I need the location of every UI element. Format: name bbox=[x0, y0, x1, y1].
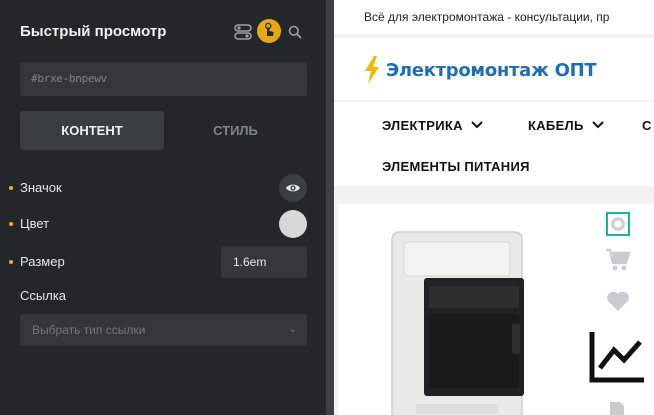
modified-indicator bbox=[9, 186, 13, 190]
main-nav: ЭЛЕКТРИКА КАБЕЛЬ С ЭЛЕМЕНТЫ ПИТАНИЯ bbox=[334, 102, 654, 186]
panel-resize-handle[interactable] bbox=[326, 0, 334, 415]
product-card bbox=[338, 204, 654, 415]
site-header: Электромонтаж ОПТ bbox=[334, 38, 654, 100]
size-setting-label: Размер bbox=[20, 254, 65, 269]
search-icon[interactable] bbox=[288, 25, 302, 44]
toggle-icon[interactable] bbox=[234, 23, 252, 46]
compare-chart-icon[interactable] bbox=[588, 330, 646, 384]
builder-panel: Быстрый просмотр #brxe-bnpewv КОНТЕНТ СТ… bbox=[0, 0, 326, 415]
document-icon[interactable] bbox=[608, 400, 626, 415]
modified-indicator bbox=[9, 260, 13, 264]
modified-indicator bbox=[9, 222, 13, 226]
lightning-icon bbox=[365, 56, 379, 84]
pointer-mode-icon[interactable] bbox=[257, 19, 281, 48]
icon-picker-button[interactable] bbox=[279, 174, 307, 202]
chevron-down-icon: ⌄ bbox=[288, 324, 297, 335]
element-id-field[interactable]: #brxe-bnpewv bbox=[20, 62, 307, 96]
tab-style[interactable]: СТИЛЬ bbox=[164, 111, 307, 150]
nav-item-cable[interactable]: КАБЕЛЬ bbox=[528, 118, 604, 133]
color-setting-label: Цвет bbox=[20, 216, 50, 231]
tab-content[interactable]: КОНТЕНТ bbox=[20, 111, 164, 150]
add-to-cart-icon[interactable] bbox=[605, 248, 631, 272]
link-type-select[interactable]: Выбрать тип ссылки ⌄ bbox=[20, 314, 307, 346]
color-swatch[interactable] bbox=[279, 210, 307, 238]
link-type-placeholder: Выбрать тип ссылки bbox=[32, 323, 146, 337]
link-setting-label: Ссылка bbox=[20, 288, 67, 303]
eye-icon bbox=[286, 184, 300, 192]
top-info-bar: Всё для электромонтажа - консультации, п… bbox=[334, 0, 654, 34]
chevron-down-icon bbox=[591, 121, 604, 129]
panel-title: Быстрый просмотр bbox=[20, 23, 167, 40]
chevron-down-icon bbox=[471, 121, 483, 129]
nav-item-truncated[interactable]: С bbox=[642, 118, 652, 133]
page-preview: Всё для электромонтажа - консультации, п… bbox=[334, 0, 654, 415]
nav-item-power-elements[interactable]: ЭЛЕМЕНТЫ ПИТАНИЯ bbox=[382, 159, 530, 174]
site-logo[interactable]: Электромонтаж ОПТ bbox=[386, 60, 597, 81]
quick-view-icon bbox=[611, 217, 625, 231]
product-image[interactable] bbox=[382, 228, 532, 415]
icon-setting-label: Значок bbox=[20, 180, 62, 195]
heart-icon[interactable] bbox=[606, 290, 630, 312]
size-input[interactable]: 1.6em bbox=[221, 246, 307, 278]
nav-item-electrics[interactable]: ЭЛЕКТРИКА bbox=[382, 118, 483, 133]
quick-view-button[interactable] bbox=[606, 212, 630, 236]
